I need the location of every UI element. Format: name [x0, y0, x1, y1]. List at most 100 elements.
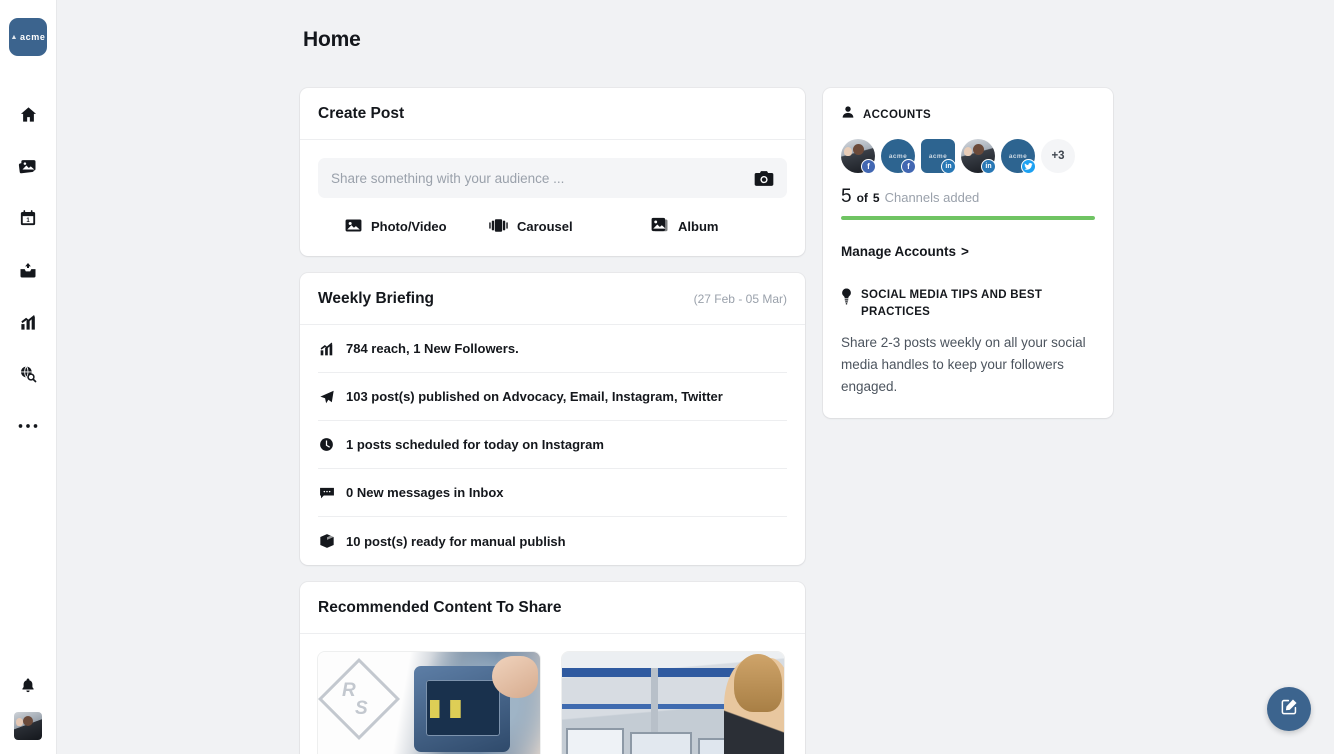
person-hair: [734, 654, 782, 712]
waveform-trace: [430, 700, 496, 718]
tips-title: SOCIAL MEDIA TIPS AND BEST PRACTICES: [861, 289, 1043, 318]
accounts-overflow-count[interactable]: +3: [1041, 139, 1075, 173]
briefing-row-text: 784 reach, 1 New Followers.: [346, 341, 519, 356]
manage-accounts-link[interactable]: Manage Accounts >: [841, 244, 1095, 259]
account-avatar[interactable]: acme: [1001, 139, 1036, 174]
recommended-image: [562, 652, 784, 754]
weekly-briefing-date-range: (27 Feb - 05 Mar): [693, 292, 787, 306]
notifications-button[interactable]: [0, 672, 56, 698]
pillar: [650, 668, 658, 738]
carousel-button[interactable]: Carousel: [473, 218, 633, 236]
bell-icon: [20, 676, 36, 694]
briefing-row[interactable]: 10 post(s) ready for manual publish: [318, 517, 787, 565]
spark-icon: ▲: [10, 33, 19, 41]
channels-summary: 5 of 5 Channels added: [841, 186, 1095, 208]
sidebar-item-inbox[interactable]: [0, 244, 56, 296]
sidebar-item-analytics[interactable]: [0, 296, 56, 348]
monitor: [566, 728, 624, 754]
inbox-icon: [18, 260, 38, 280]
monitor: [630, 732, 692, 754]
lightbulb-icon: [841, 288, 852, 310]
linkedin-badge-icon: in: [981, 159, 996, 174]
user-icon: [841, 105, 855, 124]
briefing-row[interactable]: 103 post(s) published on Advocacy, Email…: [318, 373, 787, 421]
recommended-title: Recommended Content To Share: [318, 599, 562, 616]
photo-video-button[interactable]: Photo/Video: [318, 218, 473, 236]
accounts-body: ACCOUNTS f acme f acme in in acme +3 5 o…: [823, 88, 1113, 418]
sidebar-item-media[interactable]: [0, 140, 56, 192]
tips-header: SOCIAL MEDIA TIPS AND BEST PRACTICES: [841, 287, 1095, 320]
weekly-briefing-title: Weekly Briefing: [318, 290, 435, 307]
profile-avatar[interactable]: [14, 712, 42, 740]
main-content: Home Create Post Share something with yo…: [57, 0, 1334, 754]
briefing-row-text: 0 New messages in Inbox: [346, 485, 504, 500]
recommended-grid: S: [300, 634, 805, 754]
avatar-brand-text: acme: [928, 152, 948, 160]
sidebar-item-home[interactable]: [0, 88, 56, 140]
sidebar-item-more[interactable]: [0, 400, 56, 452]
compose-fab-button[interactable]: [1267, 687, 1311, 731]
account-avatar[interactable]: in: [961, 139, 996, 174]
account-avatars: f acme f acme in in acme +3: [841, 139, 1095, 174]
avatar-brand-text: acme: [888, 152, 908, 160]
account-avatar[interactable]: acme in: [921, 139, 956, 174]
rs-logo-letter: S: [355, 698, 368, 719]
briefing-list: 784 reach, 1 New Followers. 103 post(s) …: [300, 325, 805, 565]
bar-chart-icon: [19, 313, 38, 332]
sidebar-item-listening[interactable]: [0, 348, 56, 400]
composer-actions: Photo/Video Carousel Album: [318, 217, 787, 236]
oscilloscope-thumbnail[interactable]: S: [318, 652, 540, 754]
carousel-label: Carousel: [517, 219, 573, 234]
clock-icon: [318, 437, 335, 452]
sidebar-item-calendar[interactable]: 1: [0, 192, 56, 244]
camera-icon[interactable]: [754, 170, 774, 187]
brand-logo-text: acme: [20, 32, 46, 42]
page-title: Home: [303, 28, 361, 51]
manage-accounts-label: Manage Accounts: [841, 244, 957, 259]
photo-video-icon: [345, 218, 362, 236]
content-columns: Create Post Share something with your au…: [300, 88, 1113, 754]
briefing-row[interactable]: 784 reach, 1 New Followers.: [318, 325, 787, 373]
avatar-brand-text: acme: [1008, 152, 1028, 160]
briefing-row[interactable]: 1 posts scheduled for today on Instagram: [318, 421, 787, 469]
accounts-label: ACCOUNTS: [863, 108, 931, 121]
weekly-briefing-header: Weekly Briefing (27 Feb - 05 Mar): [300, 273, 805, 325]
briefing-row-text: 103 post(s) published on Advocacy, Email…: [346, 389, 723, 404]
account-avatar[interactable]: f: [841, 139, 876, 174]
app-root: ▲ acme 1 Home Create Post Share somethin…: [0, 0, 1334, 754]
create-post-title: Create Post: [318, 105, 405, 122]
photo-video-label: Photo/Video: [371, 219, 447, 234]
sidebar-bottom: [0, 672, 56, 740]
linkedin-badge-icon: in: [941, 159, 956, 174]
create-post-card: Create Post Share something with your au…: [300, 88, 805, 256]
album-icon: [651, 217, 669, 236]
album-button[interactable]: Album: [633, 217, 718, 236]
brand-logo[interactable]: ▲ acme: [9, 18, 47, 56]
channels-of-label: of: [856, 191, 868, 205]
recommended-header: Recommended Content To Share: [300, 582, 805, 634]
briefing-row[interactable]: 0 New messages in Inbox: [318, 469, 787, 517]
hand: [492, 656, 538, 698]
growth-chart-icon: [318, 341, 335, 357]
post-input-placeholder[interactable]: Share something with your audience ...: [331, 171, 754, 186]
account-avatar[interactable]: acme f: [881, 139, 916, 174]
carousel-icon: [489, 218, 508, 236]
album-label: Album: [678, 219, 719, 234]
accounts-card: ACCOUNTS f acme f acme in in acme +3 5 o…: [823, 88, 1113, 418]
ellipsis-icon: [18, 423, 38, 429]
facebook-badge-icon: f: [901, 159, 916, 174]
lab-workstation-thumbnail[interactable]: [562, 652, 784, 754]
post-input-wrapper[interactable]: Share something with your audience ...: [318, 158, 787, 198]
image-gallery-icon: [18, 156, 38, 176]
left-column: Create Post Share something with your au…: [300, 88, 805, 754]
channels-progress-fill: [841, 216, 1095, 220]
weekly-briefing-card: Weekly Briefing (27 Feb - 05 Mar) 784 re…: [300, 273, 805, 565]
home-icon: [19, 105, 38, 124]
tips-body: Share 2-3 posts weekly on all your socia…: [841, 335, 1086, 395]
channels-count: 5: [841, 186, 852, 207]
chevron-right-icon: >: [961, 244, 969, 259]
channels-progress-track: [841, 216, 1095, 220]
calendar-icon: 1: [19, 209, 37, 227]
facebook-badge-icon: f: [861, 159, 876, 174]
tips-section: SOCIAL MEDIA TIPS AND BEST PRACTICES Sha…: [841, 287, 1095, 398]
